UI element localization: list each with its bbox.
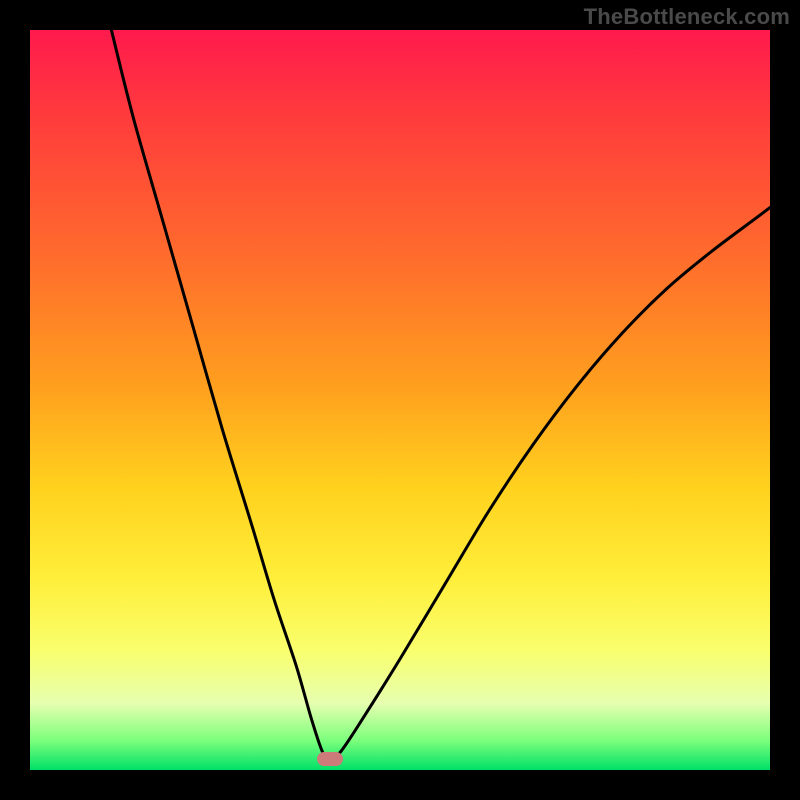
minimum-marker bbox=[317, 752, 343, 766]
chart-frame: TheBottleneck.com bbox=[0, 0, 800, 800]
watermark-text: TheBottleneck.com bbox=[584, 4, 790, 30]
plot-area bbox=[30, 30, 770, 770]
bottleneck-curve bbox=[30, 30, 770, 770]
